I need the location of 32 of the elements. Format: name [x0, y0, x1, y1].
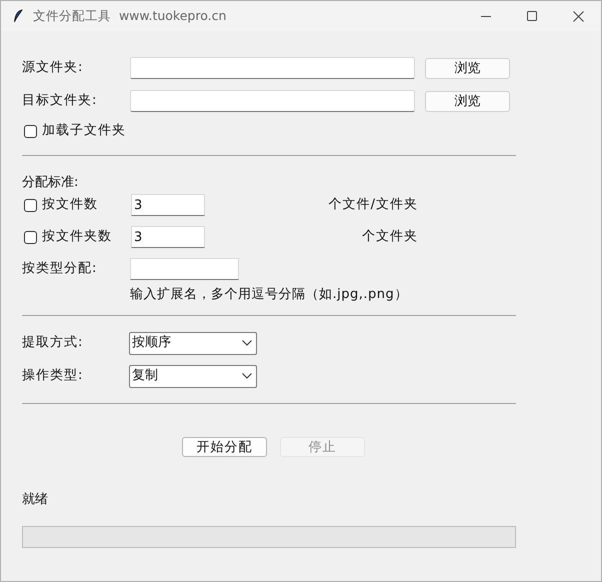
feather-icon	[13, 9, 23, 23]
status-text: 就绪	[22, 490, 49, 508]
unit-label: 个文件/文件夹	[328, 196, 418, 214]
folder-field[interactable]	[130, 57, 415, 79]
field-label: 提取方式:	[22, 334, 84, 352]
field-label: 目标文件夹:	[22, 92, 98, 110]
checkbox[interactable]	[24, 230, 37, 244]
field-label: 源文件夹:	[22, 59, 84, 78]
dropdown[interactable]: 复制	[129, 364, 257, 388]
chevron-down-icon	[242, 340, 252, 346]
window-title: 文件分配工具 www.tuokepro.cn	[33, 6, 226, 25]
maximize-icon	[527, 11, 537, 21]
checkbox-label: 按文件夹数	[42, 228, 112, 246]
count-field[interactable]: 3	[131, 226, 205, 248]
extension-field[interactable]	[130, 258, 239, 280]
folder-field[interactable]	[130, 90, 415, 112]
browse-button[interactable]: 浏览	[425, 90, 510, 112]
dropdown[interactable]: 按顺序	[129, 332, 257, 354]
count-field[interactable]: 3	[131, 194, 205, 216]
chevron-down-icon	[242, 373, 252, 379]
close-icon	[572, 10, 584, 22]
unit-label: 个文件夹	[362, 228, 418, 246]
checkbox-label: 按文件数	[42, 196, 98, 214]
checkbox[interactable]	[24, 198, 37, 212]
field-label: 操作类型:	[22, 367, 84, 386]
hint-text: 输入扩展名，多个用逗号分隔（如.jpg,.png）	[130, 286, 409, 304]
section-heading: 分配标准:	[22, 174, 80, 191]
checkbox-label: 加载子文件夹	[42, 122, 126, 140]
checkbox[interactable]	[24, 124, 37, 138]
browse-button[interactable]: 浏览	[425, 58, 510, 78]
field-label: 按类型分配:	[22, 260, 98, 278]
action-button[interactable]: 开始分配	[182, 436, 267, 456]
